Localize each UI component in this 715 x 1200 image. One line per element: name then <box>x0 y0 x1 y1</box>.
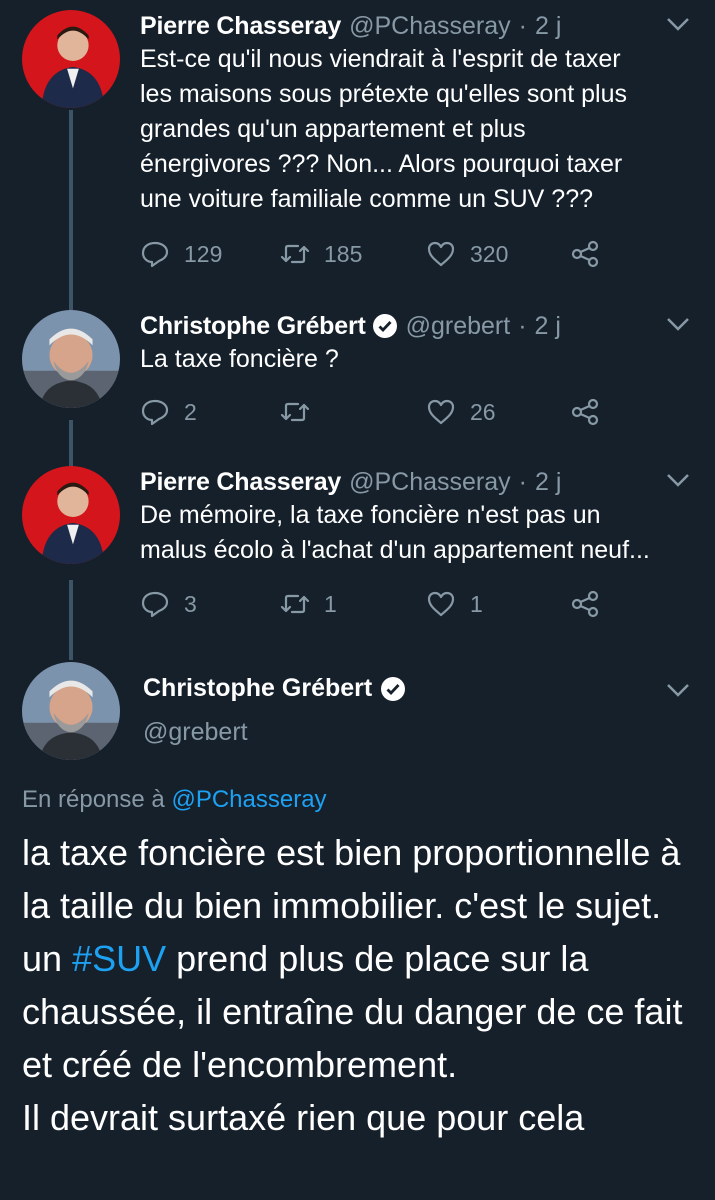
retweet-icon <box>280 244 310 264</box>
timestamp[interactable]: 2 j <box>535 12 561 41</box>
author-name[interactable]: Pierre Chasseray <box>140 12 341 41</box>
author-name[interactable]: Christophe Grébert <box>140 312 366 341</box>
like-button[interactable]: 26 <box>426 392 496 432</box>
main-author-name[interactable]: Christophe Grébert <box>143 674 406 703</box>
reply-prefix: En réponse à <box>22 786 165 813</box>
avatar-pierre-chasseray[interactable] <box>22 10 120 108</box>
like-count: 26 <box>470 398 496 425</box>
share-button[interactable] <box>570 584 600 624</box>
retweet-button[interactable] <box>280 392 324 432</box>
reply-count: 129 <box>184 240 223 267</box>
chevron-down-icon[interactable] <box>665 14 691 34</box>
reply-to-link[interactable]: @PChasseray <box>171 786 326 813</box>
verified-badge-icon <box>381 676 406 701</box>
reply-button[interactable]: 129 <box>140 234 222 274</box>
avatar-christophe-grebert[interactable] <box>22 310 120 408</box>
author-name[interactable]: Christophe Grébert <box>143 674 372 703</box>
reply-icon <box>141 399 169 426</box>
share-icon <box>571 398 599 426</box>
main-text-paragraph: un #SUV prend plus de place sur la chaus… <box>22 932 702 1091</box>
retweet-icon <box>280 594 310 614</box>
chevron-down-icon[interactable] <box>665 470 691 490</box>
reply-count: 2 <box>184 398 197 425</box>
retweet-button[interactable]: 185 <box>280 234 362 274</box>
chevron-down-icon[interactable] <box>665 680 691 700</box>
tweet[interactable]: Christophe Grébert @grebert · 2 j La tax… <box>0 306 715 456</box>
reply-context: En réponse à @PChasseray <box>22 786 327 814</box>
tweet-actions: 2 26 <box>140 392 640 432</box>
tweet[interactable]: Pierre Chasseray @PChasseray · 2 j Est-c… <box>0 6 715 296</box>
reply-button[interactable]: 3 <box>140 584 197 624</box>
author-handle[interactable]: @grebert <box>143 718 248 747</box>
main-text-paragraph: la taxe foncière est bien proportionnell… <box>22 832 681 926</box>
author-handle[interactable]: @grebert <box>406 312 511 341</box>
reply-icon <box>141 591 169 618</box>
reply-button[interactable]: 2 <box>140 392 197 432</box>
verified-badge-icon <box>372 314 397 338</box>
main-text-span: un <box>22 938 63 979</box>
tweet[interactable]: Pierre Chasseray @PChasseray · 2 j De mé… <box>0 462 715 652</box>
like-button[interactable]: 320 <box>426 234 508 274</box>
tweet-actions: 3 1 1 <box>140 584 640 624</box>
hashtag-link[interactable]: #SUV <box>72 938 166 979</box>
timestamp[interactable]: 2 j <box>535 468 561 497</box>
separator-dot: · <box>518 11 527 40</box>
retweet-button[interactable]: 1 <box>280 584 337 624</box>
reply-icon <box>141 241 169 268</box>
like-icon <box>427 399 455 425</box>
main-tweet-text: la taxe foncière est bien proportionnell… <box>22 826 702 1144</box>
avatar-pierre-chasseray[interactable] <box>22 466 120 564</box>
share-button[interactable] <box>570 234 600 274</box>
main-text-paragraph: Il devrait surtaxé rien que pour cela <box>22 1097 585 1138</box>
like-count: 1 <box>470 590 483 617</box>
retweet-count: 1 <box>324 590 337 617</box>
retweet-icon <box>280 402 310 422</box>
author-handle[interactable]: @PChasseray <box>349 12 511 41</box>
avatar-christophe-grebert[interactable] <box>22 662 120 760</box>
share-button[interactable] <box>570 392 600 432</box>
tweet-text: Est-ce qu'il nous viendrait à l'esprit d… <box>140 45 627 213</box>
retweet-count: 185 <box>324 240 363 267</box>
author-handle[interactable]: @PChasseray <box>349 468 511 497</box>
timestamp[interactable]: 2 j <box>535 312 561 341</box>
like-count: 320 <box>470 240 509 267</box>
tweet-text: De mémoire, la taxe foncière n'est pas u… <box>140 501 650 564</box>
like-icon <box>427 241 455 267</box>
share-icon <box>571 240 599 268</box>
like-icon <box>427 591 455 617</box>
separator-dot: · <box>518 467 527 496</box>
tweet-actions: 129 185 320 <box>140 234 640 274</box>
chevron-down-icon[interactable] <box>665 314 691 334</box>
author-name[interactable]: Pierre Chasseray <box>140 468 341 497</box>
like-button[interactable]: 1 <box>426 584 483 624</box>
reply-count: 3 <box>184 590 197 617</box>
separator-dot: · <box>518 311 527 340</box>
share-icon <box>571 590 599 618</box>
tweet-text: La taxe foncière ? <box>140 345 339 373</box>
